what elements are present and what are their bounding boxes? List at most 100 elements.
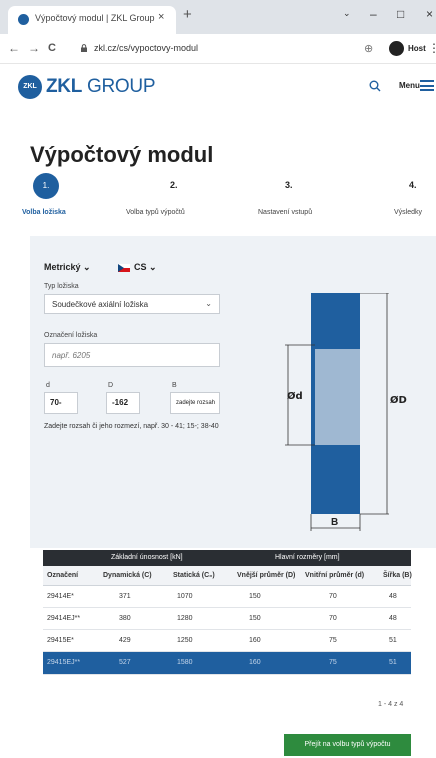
units-value: Metrický — [44, 262, 81, 272]
outer-diameter-label: D — [108, 382, 114, 389]
new-tab-icon[interactable]: + — [183, 7, 192, 22]
language-value: CS — [134, 262, 147, 272]
designation-field[interactable] — [44, 343, 220, 367]
cell-static: 1250 — [177, 637, 193, 644]
cell-designation: 29414EJ** — [47, 615, 81, 622]
cell-inner-diameter: 70 — [329, 615, 337, 622]
cell-static: 1070 — [177, 593, 193, 600]
bearing-cross-section-diagram: Ød ØD B — [285, 293, 407, 531]
designation-input[interactable] — [45, 344, 219, 366]
table-row[interactable]: 29414EJ** 380 1280 150 70 48 — [43, 608, 411, 630]
width-label: B — [172, 382, 177, 389]
inner-diameter-label: d — [46, 382, 50, 389]
step-1-label[interactable]: Volba ložiska — [22, 209, 66, 216]
cell-outer-diameter: 150 — [249, 615, 261, 622]
reload-icon[interactable]: C — [48, 42, 56, 54]
designation-label: Označení ložiska — [44, 332, 98, 339]
bearing-type-select[interactable]: Soudečkové axiální ložiska ⌄ — [44, 294, 220, 314]
inner-diameter-value: 70- — [50, 398, 62, 407]
cell-dynamic: 527 — [119, 659, 131, 666]
cell-designation: 29415E* — [47, 637, 74, 644]
bearing-type-value: Soudečkové axiální ložiska — [52, 300, 149, 309]
go-to-calculation-types-button[interactable]: Přejít na volbu typů výpočtu — [284, 734, 411, 756]
profile-label[interactable]: Host — [408, 44, 426, 53]
outer-diameter-field[interactable]: -162 — [106, 392, 140, 414]
step-3-label[interactable]: Nastavení vstupů — [258, 209, 312, 216]
cell-dynamic: 380 — [119, 615, 131, 622]
units-dropdown[interactable]: Metrický ⌄ — [44, 262, 91, 273]
cell-designation: 29415EJ** — [47, 659, 81, 666]
cell-width: 48 — [389, 615, 397, 622]
group-header-dimensions: Hlavní rozměry [mm] — [275, 554, 340, 561]
step-2-label[interactable]: Volba typů výpočtů — [126, 209, 185, 216]
search-icon[interactable] — [369, 80, 381, 92]
tab-close-icon[interactable]: × — [158, 11, 164, 23]
cell-outer-diameter: 150 — [249, 593, 261, 600]
url-field[interactable]: zkl.cz/cs/vypoctovy-modul — [80, 39, 340, 59]
cell-designation: 29414E* — [47, 593, 74, 600]
logo-text[interactable]: ZKL GROUP — [46, 76, 156, 98]
cell-outer-diameter: 160 — [249, 637, 261, 644]
back-icon[interactable]: ← — [8, 42, 20, 54]
step-4-number[interactable]: 4. — [409, 180, 417, 190]
minimize-icon[interactable]: – — [370, 8, 377, 20]
profile-avatar-icon[interactable] — [389, 41, 404, 56]
column-header[interactable]: Vnitřní průměr (d) — [305, 572, 364, 579]
column-header[interactable]: Statická (C₀) — [173, 572, 215, 579]
chevron-down-icon: ⌄ — [83, 262, 91, 272]
page-zoom-icon[interactable]: ⊕ — [364, 42, 373, 55]
browser-menu-icon[interactable]: ⋮ — [428, 41, 436, 55]
czech-flag-icon — [118, 264, 130, 272]
column-header[interactable]: Dynamická (C) — [103, 572, 152, 579]
window-close-icon[interactable]: × — [426, 8, 433, 20]
zkl-logo-icon[interactable]: ZKL — [18, 75, 42, 99]
bearing-type-label: Typ ložiska — [44, 283, 79, 290]
cell-outer-diameter: 160 — [249, 659, 261, 666]
language-dropdown[interactable]: CS ⌄ — [134, 262, 157, 273]
width-value: zadejte rozsah — [176, 400, 216, 406]
table-row[interactable]: 29414E* 371 1070 150 70 48 — [43, 586, 411, 608]
step-4-label[interactable]: Výsledky — [394, 209, 422, 216]
cell-static: 1580 — [177, 659, 193, 666]
step-1-marker[interactable]: 1. — [33, 173, 59, 199]
inner-diameter-dim-label: Ød — [287, 390, 303, 402]
table-row[interactable]: 29415E* 429 1250 160 75 51 — [43, 630, 411, 652]
cell-inner-diameter: 75 — [329, 659, 337, 666]
browser-tab-strip: Výpočtový modul | ZKL Group × + ⌄ – □ × — [0, 0, 436, 34]
calculation-form-panel: Metrický ⌄ CS ⌄ Typ ložiska Soudečkové a… — [30, 236, 436, 548]
cell-static: 1280 — [177, 615, 193, 622]
forward-icon[interactable]: → — [28, 42, 40, 54]
width-field[interactable]: zadejte rozsah — [170, 392, 220, 414]
favicon-icon — [18, 14, 29, 25]
column-header[interactable]: Vnější průměr (D) — [237, 572, 295, 579]
maximize-icon[interactable]: □ — [397, 8, 404, 20]
outer-diameter-value: -162 — [112, 398, 129, 407]
inner-diameter-field[interactable]: 70- — [44, 392, 78, 414]
table-group-header: Základní únosnost [kN] Hlavní rozměry [m… — [43, 550, 411, 566]
page-title: Výpočtový modul — [30, 142, 214, 167]
step-3-number[interactable]: 3. — [285, 180, 293, 190]
url-text: zkl.cz/cs/vypoctovy-modul — [94, 43, 199, 53]
range-hint: Zadejte rozsah či jeho rozmezí, např. 30… — [44, 423, 219, 430]
cell-dynamic: 371 — [119, 593, 131, 600]
address-bar: ← → C zkl.cz/cs/vypoctovy-modul ⊕ Host ⋮ — [0, 34, 436, 64]
lock-icon — [81, 44, 87, 52]
step-2-number[interactable]: 2. — [170, 180, 178, 190]
column-header[interactable]: Šířka (B) — [383, 572, 412, 579]
chevron-down-icon: ⌄ — [149, 262, 157, 272]
cell-width: 51 — [389, 637, 397, 644]
cell-width: 51 — [389, 659, 397, 666]
tab-search-chevron-icon[interactable]: ⌄ — [343, 7, 351, 19]
column-header[interactable]: Označení — [47, 572, 78, 579]
logo-bold: ZKL — [46, 76, 83, 97]
bearing-results-table: Základní únosnost [kN] Hlavní rozměry [m… — [43, 550, 412, 675]
menu-label[interactable]: Menu — [399, 81, 420, 90]
browser-tab[interactable]: Výpočtový modul | ZKL Group × — [8, 6, 176, 34]
table-row-selected[interactable]: 29415EJ** 527 1580 160 75 51 — [43, 652, 411, 675]
outer-diameter-dim-label: ØD — [390, 394, 407, 406]
hamburger-menu-icon[interactable] — [420, 80, 434, 91]
group-header-load: Základní únosnost [kN] — [111, 554, 183, 561]
cell-inner-diameter: 70 — [329, 593, 337, 600]
tab-title: Výpočtový modul | ZKL Group — [35, 13, 155, 23]
table-header-row: Označení Dynamická (C) Statická (C₀) Vně… — [43, 566, 412, 586]
